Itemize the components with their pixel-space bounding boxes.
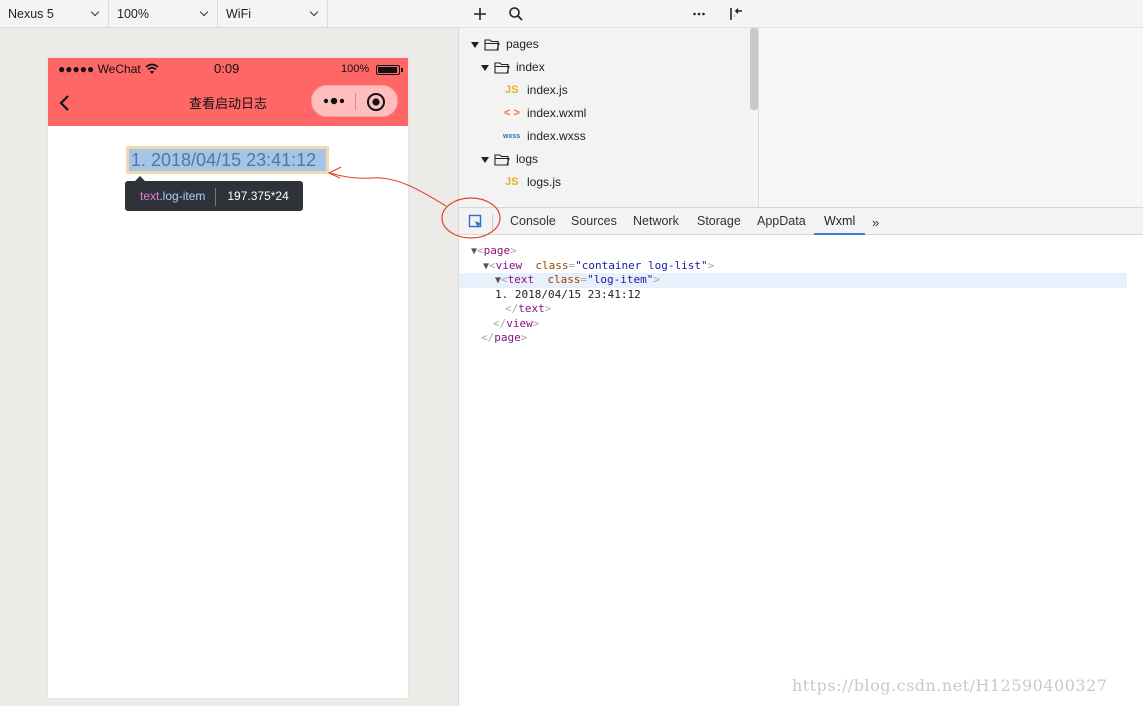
tooltip-selector: text.log-item (125, 181, 215, 211)
file-explorer: pages index JS index.js < > index.wxml w… (459, 0, 759, 207)
status-bar: ●●●●● WeChat 0:09 100% (48, 58, 408, 80)
wxml-node-page[interactable]: ▼<page> (459, 244, 1143, 259)
tree-label: index.js (527, 83, 568, 97)
more-horizontal-icon[interactable] (691, 6, 707, 22)
tooltip-class: .log-item (159, 189, 206, 203)
tree-folder-logs[interactable]: logs (459, 148, 749, 171)
tab-wxml[interactable]: Wxml (814, 208, 866, 235)
network-select[interactable]: WiFi (218, 0, 328, 28)
file-tree-scrollbar[interactable] (750, 28, 758, 110)
tab-network[interactable]: Network (633, 208, 679, 235)
device-select-value: Nexus 5 (8, 7, 54, 21)
expand-arrow-icon[interactable] (481, 65, 489, 71)
back-arrow-icon[interactable] (58, 94, 72, 112)
chevron-down-icon (309, 7, 319, 17)
collapse-panel-icon[interactable] (728, 6, 744, 22)
zoom-select-value: 100% (117, 7, 149, 21)
expand-arrow-icon[interactable] (471, 42, 479, 48)
wxml-attr-value: log-item (593, 273, 647, 286)
js-file-icon: JS (505, 84, 519, 96)
close-target-icon[interactable] (366, 92, 386, 112)
file-toolbar (459, 0, 759, 28)
more-dots-icon[interactable] (323, 95, 345, 107)
nav-bar: 查看启动日志 (48, 80, 408, 126)
status-time: 0:09 (214, 61, 240, 76)
wxml-file-icon: < > (504, 107, 520, 119)
add-icon[interactable] (472, 6, 488, 22)
wxml-node-view-close: </view> (493, 316, 540, 330)
wxml-attr-value: container log-list (581, 258, 701, 272)
search-icon[interactable] (508, 6, 524, 22)
tooltip-size: 197.375*24 (227, 189, 289, 203)
tree-file-logs-js[interactable]: JS logs.js (459, 171, 749, 194)
zoom-select[interactable]: 100% (109, 0, 218, 28)
network-select-value: WiFi (226, 7, 251, 21)
wxml-tag: view (495, 258, 523, 272)
phone-header: ●●●●● WeChat 0:09 100% 查看启动日志 (48, 58, 408, 126)
tab-console[interactable]: Console (510, 208, 556, 235)
wxml-tree: ▼<page> ▼<view class="container log-list… (459, 236, 1143, 706)
wxml-tag: view (506, 316, 533, 330)
capsule-menu (311, 85, 398, 117)
wxml-tag: page (494, 331, 521, 344)
editor-area (759, 0, 1143, 207)
tab-appdata[interactable]: AppData (757, 208, 806, 235)
expand-arrow-icon[interactable] (481, 157, 489, 163)
wxml-attr-name: class (535, 258, 569, 272)
wxml-text-content: 1. 2018/04/15 23:41:12 (495, 287, 641, 301)
tree-label: logs.js (527, 175, 562, 189)
devtools-panel: pages index JS index.js < > index.wxml w… (459, 0, 1143, 706)
simulator-panel: Nexus 5 100% WiFi ●●●●● WeChat 0:09 100% (0, 0, 459, 706)
wxml-tag: page (483, 244, 511, 257)
wxml-attr-name: class (547, 273, 581, 286)
tab-separator (492, 214, 493, 230)
wxml-tag: text (518, 302, 545, 315)
tree-label: pages (506, 37, 539, 51)
folder-open-icon (484, 39, 500, 51)
watermark: https://blog.csdn.net/H12590400327 (792, 676, 1108, 695)
devtools-tabbar: Console Sources Network Storage AppData … (459, 207, 1143, 235)
wxml-node-text-close: </text> (505, 302, 552, 315)
tree-file-index-wxss[interactable]: wxss index.wxss (459, 125, 749, 148)
wxml-node-text-selected[interactable]: ▼<text class="log-item"> (459, 273, 1127, 288)
folder-open-icon (494, 154, 510, 166)
wxss-file-icon: wxss (503, 133, 521, 140)
status-battery-percent: 100% (341, 63, 370, 75)
tree-file-index-js[interactable]: JS index.js (459, 79, 749, 102)
simulator-toolbar: Nexus 5 100% WiFi (0, 0, 459, 28)
file-tree: pages index JS index.js < > index.wxml w… (459, 33, 749, 194)
battery-icon (376, 65, 403, 75)
tree-folder-pages[interactable]: pages (459, 33, 749, 56)
more-tabs-icon[interactable]: » (872, 215, 879, 230)
js-file-icon: JS (505, 176, 519, 188)
tree-label: logs (516, 152, 539, 166)
wxml-node-view[interactable]: ▼<view class="container log-list"> (459, 259, 1143, 274)
tab-storage[interactable]: Storage (697, 208, 741, 235)
tree-file-index-wxml[interactable]: < > index.wxml (459, 102, 749, 125)
phone-screen: ●●●●● WeChat 0:09 100% 查看启动日志 1. 2018/04… (48, 58, 408, 698)
folder-open-icon (494, 62, 510, 74)
wxml-node-page-close: </page> (481, 331, 528, 344)
wifi-icon (145, 63, 159, 74)
inspect-tooltip: text.log-item 197.375*24 (125, 176, 303, 211)
chevron-down-icon (90, 7, 100, 17)
tree-label: index (516, 60, 545, 74)
capsule-divider (355, 93, 356, 110)
device-select[interactable]: Nexus 5 (0, 0, 109, 28)
inspect-element-icon[interactable] (467, 213, 485, 231)
tree-folder-index[interactable]: index (459, 56, 749, 79)
wxml-tag: text (507, 273, 535, 286)
tooltip-tag: text (140, 189, 160, 203)
editor-toolbar (759, 0, 1143, 28)
nav-title: 查看启动日志 (188, 96, 267, 111)
tree-label: index.wxml (527, 106, 587, 120)
chevron-down-icon (199, 7, 209, 17)
log-item-highlighted[interactable]: 1. 2018/04/15 23:41:12 (126, 146, 329, 174)
status-carrier: ●●●●● WeChat (58, 62, 141, 76)
tab-sources[interactable]: Sources (571, 208, 617, 235)
tree-label: index.wxss (527, 129, 586, 143)
